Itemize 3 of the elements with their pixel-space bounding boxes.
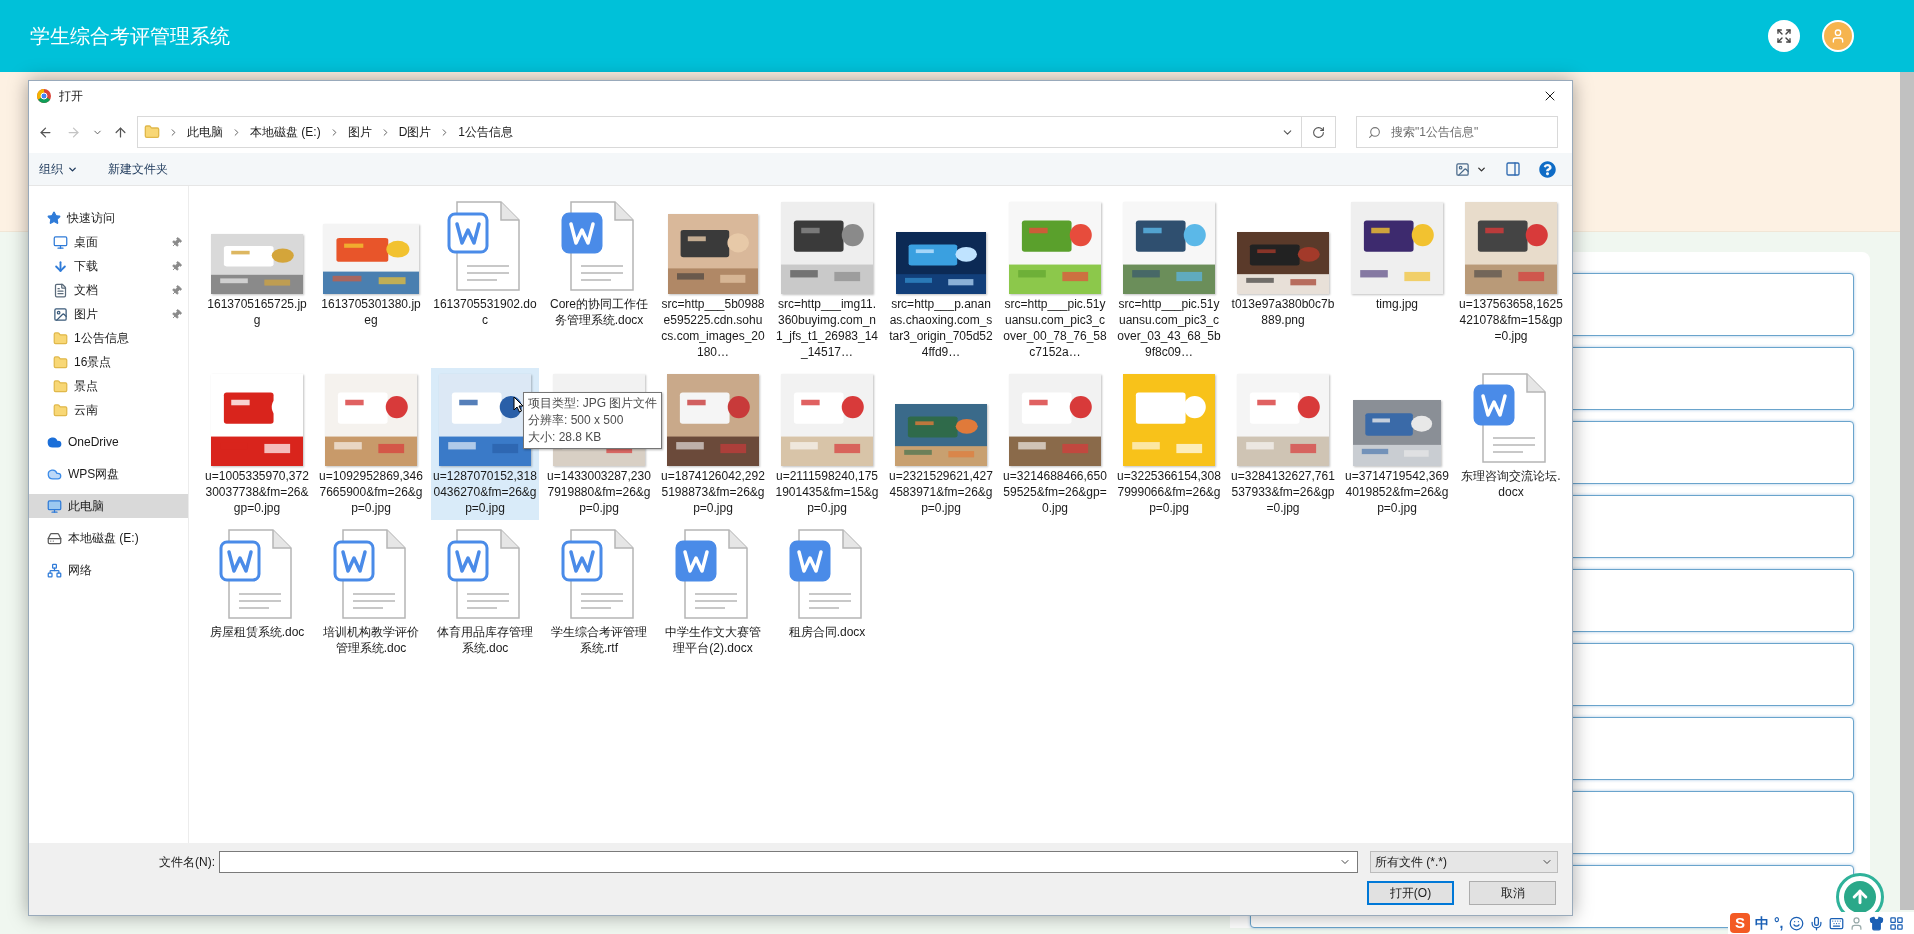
filename-label: 文件名(N): — [159, 854, 215, 871]
app-title: 学生综合考评管理系统 — [30, 24, 231, 49]
dialog-title: 打开 — [59, 88, 84, 105]
